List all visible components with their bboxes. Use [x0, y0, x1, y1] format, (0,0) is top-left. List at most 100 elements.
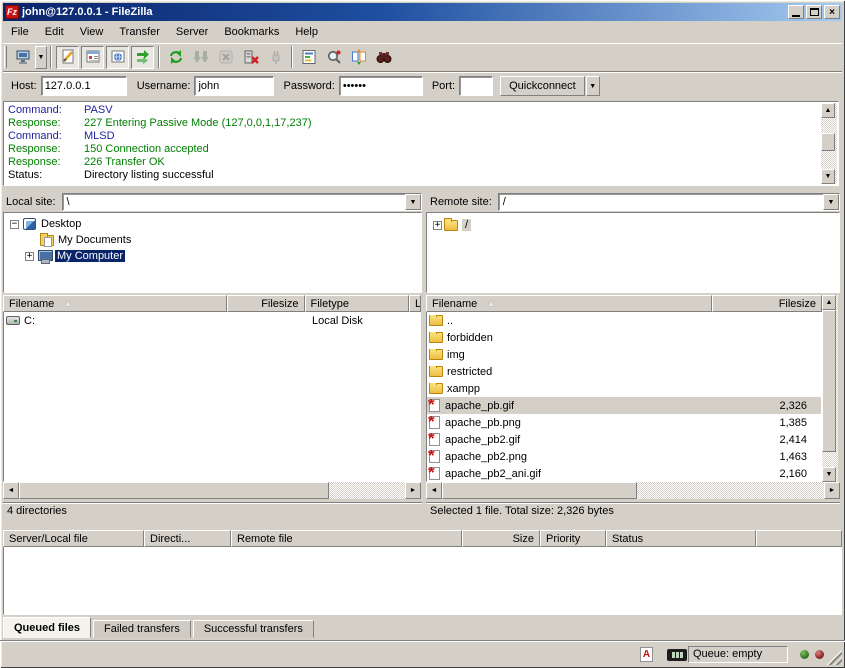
scrollbar-thumb[interactable] — [442, 482, 637, 499]
scrollbar-thumb[interactable] — [821, 133, 835, 151]
scroll-right-button[interactable]: ► — [405, 482, 421, 499]
tab-successful-transfers[interactable]: Successful transfers — [193, 620, 314, 638]
data-type-ascii-icon[interactable]: A — [640, 647, 653, 662]
column-header-filename[interactable]: Filename ▲ — [426, 295, 712, 312]
folder-icon — [429, 366, 443, 377]
log-text: 227 Entering Passive Mode (127,0,0,1,17,… — [84, 117, 311, 130]
scroll-down-button[interactable]: ▼ — [821, 169, 835, 184]
scroll-up-button[interactable]: ▲ — [821, 103, 835, 118]
toggle-message-log-button[interactable] — [56, 46, 79, 69]
tab-failed-transfers[interactable]: Failed transfers — [93, 620, 191, 638]
tab-queued-files[interactable]: Queued files — [3, 617, 91, 638]
file-row[interactable]: apache_pb2_ani.gif2,160 — [427, 465, 821, 482]
scroll-down-button[interactable]: ▼ — [822, 467, 836, 482]
remote-site-path: / — [499, 196, 823, 208]
column-header-remote-file[interactable]: Remote file — [231, 530, 462, 547]
toggle-remote-tree-button[interactable] — [106, 46, 129, 69]
chevron-down-icon[interactable]: ▼ — [823, 194, 839, 210]
disconnect-button[interactable] — [239, 46, 262, 69]
expand-icon[interactable]: + — [25, 252, 34, 261]
menu-bookmarks[interactable]: Bookmarks — [216, 23, 287, 41]
remote-horizontal-scrollbar[interactable]: ◄ ► — [426, 482, 840, 499]
folder-icon — [429, 349, 443, 360]
file-name: apache_pb2.png — [445, 451, 527, 463]
local-horizontal-scrollbar[interactable]: ◄ ► — [3, 482, 421, 499]
toggle-local-tree-button[interactable] — [81, 46, 104, 69]
expand-icon[interactable]: + — [433, 221, 442, 230]
scroll-right-icon: ► — [829, 487, 836, 494]
file-row[interactable]: apache_pb2.png1,463 — [427, 448, 821, 465]
close-button[interactable]: × — [824, 5, 840, 19]
scroll-left-button[interactable]: ◄ — [3, 482, 19, 499]
folder-icon — [444, 220, 458, 231]
compare-directories-button[interactable] — [347, 46, 370, 69]
maximize-button[interactable] — [806, 5, 822, 19]
tree-item-root[interactable]: + / — [427, 217, 839, 233]
tree-item-my-documents[interactable]: My Documents — [4, 232, 421, 248]
scrollbar-thumb[interactable] — [19, 482, 329, 499]
refresh-button[interactable] — [164, 46, 187, 69]
column-header-server-local-file[interactable]: Server/Local file — [3, 530, 144, 547]
column-header-size[interactable]: Size — [462, 530, 540, 547]
site-manager-dropdown-button[interactable]: ▼ — [35, 46, 47, 69]
remote-vertical-scrollbar[interactable]: ▲ ▼ — [822, 295, 838, 482]
column-label: Directi... — [150, 533, 190, 545]
file-row[interactable]: restricted — [427, 363, 821, 380]
menu-edit[interactable]: Edit — [37, 23, 72, 41]
local-tree: − Desktop My Documents + My Computer — [3, 212, 422, 293]
host-input[interactable] — [41, 76, 127, 96]
menu-transfer[interactable]: Transfer — [111, 23, 168, 41]
column-label: Remote file — [237, 533, 293, 545]
column-header-status[interactable]: Status — [606, 530, 756, 547]
file-row[interactable]: .. — [427, 312, 821, 329]
scrollbar-thumb[interactable] — [822, 310, 836, 452]
scroll-up-button[interactable]: ▲ — [822, 295, 836, 310]
chevron-down-icon[interactable]: ▼ — [405, 194, 421, 210]
column-header-truncated[interactable]: L — [409, 295, 421, 312]
transfer-queue-list[interactable] — [3, 547, 842, 615]
tree-item-desktop[interactable]: − Desktop — [4, 216, 421, 232]
column-header-filename[interactable]: Filename ▲ — [3, 295, 227, 312]
file-row[interactable]: xampp — [427, 380, 821, 397]
column-header-direction[interactable]: Directi... — [144, 530, 231, 547]
column-label: L — [415, 298, 421, 310]
port-input[interactable] — [459, 76, 493, 96]
file-row-local-c-drive[interactable]: C: Local Disk — [4, 312, 420, 329]
remote-site-combobox[interactable]: / ▼ — [498, 193, 840, 211]
column-header-priority[interactable]: Priority — [540, 530, 606, 547]
username-input[interactable] — [194, 76, 274, 96]
scroll-left-button[interactable]: ◄ — [426, 482, 442, 499]
directory-filters-button[interactable] — [297, 46, 320, 69]
quickconnect-button[interactable]: Quickconnect — [500, 76, 585, 96]
column-header-filetype[interactable]: Filetype — [305, 295, 410, 312]
menu-file[interactable]: File — [3, 23, 37, 41]
activity-led-green — [800, 650, 809, 659]
speed-limit-indicator-icon[interactable] — [667, 649, 687, 661]
file-row[interactable]: apache_pb2.gif2,414 — [427, 431, 821, 448]
quickconnect-dropdown-button[interactable]: ▼ — [586, 76, 600, 96]
menu-help[interactable]: Help — [287, 23, 326, 41]
synchronized-browsing-button[interactable] — [372, 46, 395, 69]
local-site-combobox[interactable]: \ ▼ — [62, 193, 422, 211]
file-row-selected[interactable]: apache_pb.gif2,326 — [427, 397, 821, 414]
file-row[interactable]: apache_pb.png1,385 — [427, 414, 821, 431]
file-row[interactable]: forbidden — [427, 329, 821, 346]
file-row[interactable]: img — [427, 346, 821, 363]
tree-item-label-selected: My Computer — [55, 250, 125, 262]
tree-item-my-computer[interactable]: + My Computer — [4, 248, 421, 264]
menu-view[interactable]: View — [72, 23, 112, 41]
log-line: Response:150 Connection accepted — [4, 143, 838, 156]
toggle-transfer-queue-button[interactable] — [131, 46, 154, 69]
menu-server[interactable]: Server — [168, 23, 216, 41]
minimize-button[interactable] — [788, 5, 804, 19]
scroll-right-button[interactable]: ► — [824, 482, 840, 499]
resize-grip[interactable] — [826, 649, 842, 665]
password-input[interactable] — [339, 76, 423, 96]
process-queue-icon — [193, 49, 209, 65]
collapse-icon[interactable]: − — [10, 220, 19, 229]
column-header-filesize[interactable]: Filesize — [712, 295, 822, 312]
column-header-filesize[interactable]: Filesize — [227, 295, 305, 312]
file-search-button[interactable] — [322, 46, 345, 69]
site-manager-button[interactable] — [11, 46, 34, 69]
log-vertical-scrollbar[interactable]: ▲ ▼ — [821, 103, 837, 184]
